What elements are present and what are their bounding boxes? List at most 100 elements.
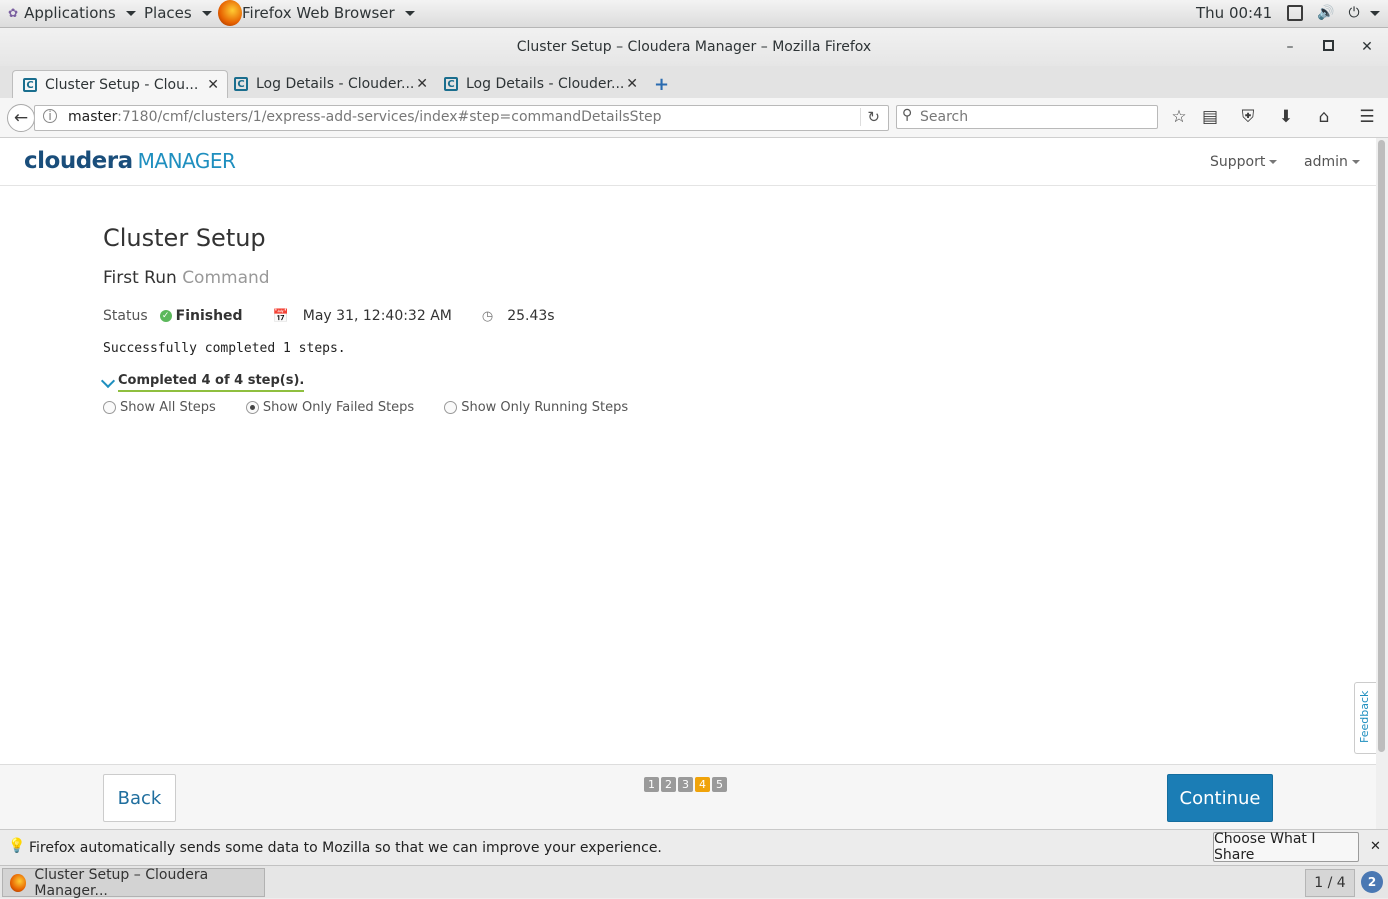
continue-button[interactable]: Continue (1167, 774, 1273, 822)
applications-label: Applications (24, 4, 116, 22)
tab-label: Log Details - Clouder... (256, 76, 415, 92)
taskbar-window-item[interactable]: Cluster Setup – Cloudera Manager... (2, 866, 265, 899)
status-value: Finished (175, 308, 243, 324)
back-arrow-icon: ← (13, 108, 29, 128)
maximize-button[interactable] (1318, 37, 1338, 57)
status-label: Status (103, 308, 148, 324)
feedback-tab[interactable]: Feedback (1354, 682, 1377, 754)
scrollbar-thumb[interactable] (1378, 140, 1385, 752)
screen-icon (1287, 5, 1303, 21)
wizard-step[interactable]: 5 (712, 777, 727, 792)
notification-text: Firefox automatically sends some data to… (29, 840, 662, 856)
clock[interactable]: Thu 00:41 (1196, 4, 1272, 22)
chevron-down-icon (1269, 160, 1278, 164)
reload-icon[interactable]: ↻ (860, 108, 880, 126)
chevron-down-icon (1369, 10, 1380, 16)
search-icon: ⚲ (902, 107, 913, 123)
tab-label: Cluster Setup - Clou... (45, 77, 199, 93)
support-menu[interactable]: Support (1210, 154, 1278, 170)
filter-failed-steps[interactable]: Show Only Failed Steps (245, 400, 415, 415)
cloudera-favicon-icon: C (234, 77, 248, 91)
page-content: cloudera MANAGER Support admin Cluster Se… (0, 138, 1377, 830)
back-arrow-button[interactable]: ← (7, 104, 35, 132)
clock-icon: ◷ (481, 308, 494, 324)
close-tab-icon[interactable]: ✕ (416, 76, 428, 92)
filter-label: Show Only Running Steps (461, 400, 629, 415)
chevron-down-icon (1351, 160, 1360, 164)
tab-label: Log Details - Clouder... (466, 76, 625, 92)
url-bar[interactable]: i master:7180/cmf/clusters/1/express-add… (34, 105, 889, 131)
clock-label: Thu 00:41 (1196, 4, 1273, 22)
filter-label: Show Only Failed Steps (262, 400, 415, 415)
downloads-icon[interactable]: ⬇ (1275, 106, 1297, 128)
power-icon: ⏻ (1348, 5, 1360, 21)
filter-label: Show All Steps (120, 400, 216, 415)
subtitle-sub: Command (182, 268, 270, 288)
back-button[interactable]: Back (103, 774, 176, 822)
filter-running-steps[interactable]: Show Only Running Steps (444, 400, 628, 415)
completed-steps-toggle[interactable]: Completed 4 of 4 step(s). (100, 373, 305, 392)
filter-all-steps[interactable]: Show All Steps (103, 400, 216, 415)
tab-cluster-setup[interactable]: C Cluster Setup - Clou... ✕ (12, 70, 228, 99)
support-label: Support (1210, 154, 1266, 170)
volume-icon: 🔊 (1317, 5, 1335, 21)
completed-steps-label: Completed 4 of 4 step(s). (118, 373, 305, 392)
result-message: Successfully completed 1 steps. (103, 341, 346, 356)
wizard-step[interactable]: 2 (661, 777, 676, 792)
gnome-top-bar: ✿ Applications Places Firefox Web Browse… (0, 0, 1388, 28)
start-date: May 31, 12:40:32 AM (302, 308, 452, 324)
workspace-indicator[interactable]: 1 / 4 (1305, 869, 1355, 897)
calendar-icon: 📅 (272, 308, 289, 324)
chevron-down-icon (125, 10, 136, 16)
user-label: admin (1304, 154, 1348, 170)
feedback-label: Feedback (1358, 690, 1371, 743)
system-status-area[interactable]: 🔊 ⏻ (1287, 5, 1380, 21)
wizard-footer: Back 1 2 3 4 5 Continue (0, 764, 1376, 830)
step-filter-group: Show All Steps Show Only Failed Steps Sh… (103, 400, 658, 415)
navigation-bar: ← i master:7180/cmf/clusters/1/express-a… (0, 98, 1388, 138)
close-tab-icon[interactable]: ✕ (207, 77, 219, 93)
lightbulb-icon: 💡 (8, 838, 26, 854)
duration: 25.43s (507, 308, 555, 324)
user-menu[interactable]: admin (1304, 154, 1360, 170)
close-tab-icon[interactable]: ✕ (626, 76, 638, 92)
home-icon[interactable]: ⌂ (1313, 106, 1335, 128)
gnome-foot-icon: ✿ (8, 6, 19, 20)
chevron-down-icon (201, 10, 212, 16)
tab-log-details-2[interactable]: C Log Details - Clouder... ✕ (434, 70, 646, 98)
page-scrollbar[interactable] (1376, 138, 1388, 829)
taskbar-item-label: Cluster Setup – Cloudera Manager... (34, 866, 209, 899)
url-path: :7180/cmf/clusters/1/express-add-service… (117, 109, 662, 125)
tab-log-details-1[interactable]: C Log Details - Clouder... ✕ (224, 70, 436, 98)
firefox-icon (10, 873, 27, 892)
reading-list-icon[interactable]: ▤ (1199, 106, 1221, 128)
url-host: master (68, 109, 118, 125)
radio-icon (103, 401, 116, 414)
plus-icon: + (654, 73, 670, 95)
wizard-step[interactable]: 3 (678, 777, 693, 792)
close-notification-icon[interactable]: ✕ (1370, 839, 1381, 854)
logo-main: cloudera (24, 148, 133, 174)
bookmark-star-icon[interactable]: ☆ (1168, 106, 1190, 128)
search-input[interactable]: ⚲ Search (896, 105, 1158, 129)
wizard-step[interactable]: 1 (644, 777, 659, 792)
subtitle-main: First Run (103, 268, 177, 288)
places-menu[interactable]: Places (144, 4, 212, 22)
cloudera-manager-logo[interactable]: cloudera MANAGER (24, 148, 236, 174)
tab-bar: C Cluster Setup - Clou... ✕ C Log Detail… (0, 66, 1388, 99)
cloudera-favicon-icon: C (23, 78, 37, 92)
search-placeholder: Search (920, 109, 969, 125)
minimize-button[interactable]: – (1280, 37, 1300, 57)
browser-app-label: Firefox Web Browser (242, 4, 395, 22)
hamburger-menu-icon[interactable]: ☰ (1356, 106, 1378, 128)
new-tab-button[interactable]: + (654, 70, 674, 98)
pocket-icon[interactable]: ⛨ (1237, 106, 1259, 128)
info-icon: i (43, 109, 57, 123)
browser-app-menu[interactable]: Firefox Web Browser (218, 0, 415, 26)
choose-what-i-share-button[interactable]: Choose What I Share (1213, 831, 1359, 863)
wizard-step-current[interactable]: 4 (695, 777, 710, 792)
close-window-button[interactable]: ✕ (1357, 37, 1377, 57)
applications-menu[interactable]: ✿ Applications (8, 4, 136, 22)
notification-count-badge[interactable]: 2 (1361, 871, 1383, 893)
cloudera-favicon-icon: C (444, 77, 458, 91)
